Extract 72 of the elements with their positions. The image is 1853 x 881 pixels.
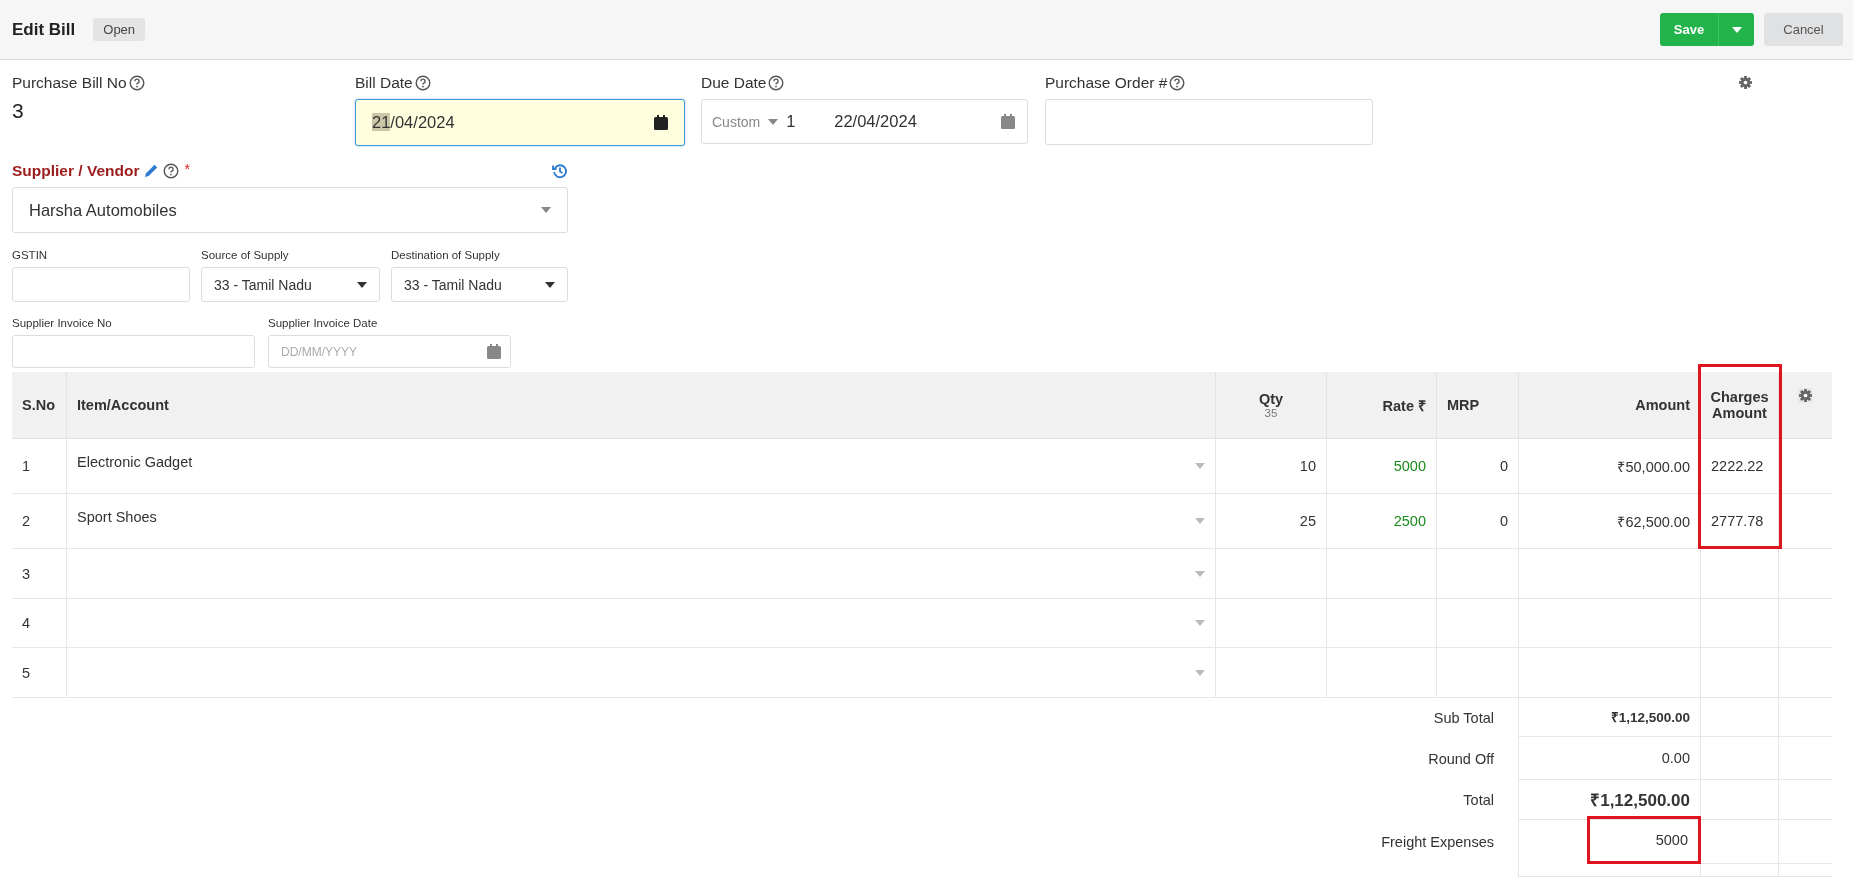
total-value: 5000 (1587, 816, 1701, 864)
table-cell: 1 (12, 439, 67, 494)
table-cell: ₹62,500.00 (1519, 494, 1701, 549)
field-label: GSTIN (12, 249, 49, 261)
field-label: Supplier / Vendor (12, 162, 140, 180)
column-header: MRP (1437, 372, 1519, 439)
table-cell: 25 (1216, 494, 1327, 549)
total-value: ₹1,12,500.00 (1519, 780, 1701, 820)
column-header: Charges Amount (1701, 372, 1779, 439)
table-cell: 2222.22 (1701, 439, 1779, 494)
column-header: S.No (12, 372, 67, 439)
column-header: Amount (1519, 372, 1701, 439)
field-label: Due Date (701, 74, 767, 92)
field-label: Purchase Order # (1045, 74, 1168, 92)
total-label: Round Off (12, 737, 1519, 780)
page-title: Edit Bill (12, 19, 76, 40)
field-label: Bill Date (355, 74, 413, 92)
required-mark: * (184, 161, 190, 177)
table-cell: 0 (1437, 494, 1519, 549)
table-cell: 0 (1437, 439, 1519, 494)
field-label: Destination of Supply (391, 249, 501, 261)
total-label: Total (12, 780, 1519, 820)
help-icon[interactable] (414, 75, 431, 91)
calendar-icon[interactable] (654, 115, 668, 130)
status-badge: Open (93, 18, 146, 41)
total-value: ₹1,12,500.00 (1519, 698, 1701, 737)
help-icon[interactable] (768, 75, 785, 91)
field-label: Purchase Bill No (12, 74, 127, 92)
purchase-order-field[interactable] (1045, 99, 1373, 145)
total-label: Freight Expenses (12, 820, 1519, 864)
gstin-field[interactable] (12, 267, 190, 302)
invoice-date-field[interactable]: DD/MM/YYYY (268, 335, 511, 368)
column-header: Rate ₹ (1327, 372, 1437, 439)
total-value: 0.00 (1519, 737, 1701, 780)
save-menu-button[interactable] (1718, 13, 1754, 46)
table-cell: ₹50,000.00 (1519, 439, 1701, 494)
table-cell: 2777.78 (1701, 494, 1779, 549)
help-icon[interactable] (1169, 75, 1186, 91)
table-cell: 3 (12, 549, 67, 599)
caret-icon[interactable] (545, 281, 555, 288)
history-icon[interactable] (552, 163, 568, 179)
field-label: Source of Supply (201, 249, 290, 261)
caret-icon[interactable] (357, 281, 367, 288)
table-cell: 2 (12, 494, 67, 549)
cancel-button[interactable]: Cancel (1764, 13, 1843, 46)
date-field[interactable]: 21/04/2024 (355, 99, 685, 146)
column-header: Item/Account (67, 372, 1216, 439)
due-date-field[interactable]: Custom 1 22/04/2024 (701, 99, 1028, 144)
item-select[interactable]: Sport Shoes (67, 494, 1216, 549)
field-label: Supplier Invoice No (12, 317, 113, 329)
total-label: Sub Total (12, 698, 1519, 737)
table-cell: 10 (1216, 439, 1327, 494)
table-cell: 4 (12, 599, 67, 648)
supply-select[interactable]: 33 - Tamil Nadu (201, 267, 380, 302)
supplier-select[interactable]: Harsha Automobiles (12, 187, 568, 233)
due-date-value: 22/04/2024 (834, 112, 918, 131)
table-cell: 5 (12, 648, 67, 698)
help-icon[interactable] (128, 75, 145, 91)
field-label: Supplier Invoice Date (268, 317, 379, 329)
settings-icon[interactable] (1799, 389, 1812, 402)
table-cell: 2500 (1327, 494, 1437, 549)
item-select[interactable]: Electronic Gadget (67, 439, 1216, 494)
table-cell: 5000 (1327, 439, 1437, 494)
settings-icon[interactable] (1739, 76, 1752, 89)
invoice-number-field[interactable] (12, 335, 255, 368)
column-header: Qty 35 (1216, 372, 1327, 439)
help-icon[interactable] (163, 163, 180, 179)
pencil-icon[interactable] (144, 164, 159, 178)
term-select[interactable]: Custom (712, 113, 779, 130)
days-value: 1 (786, 112, 797, 131)
supply-select[interactable]: 33 - Tamil Nadu (391, 267, 568, 302)
bill-number: 3 (12, 99, 25, 123)
